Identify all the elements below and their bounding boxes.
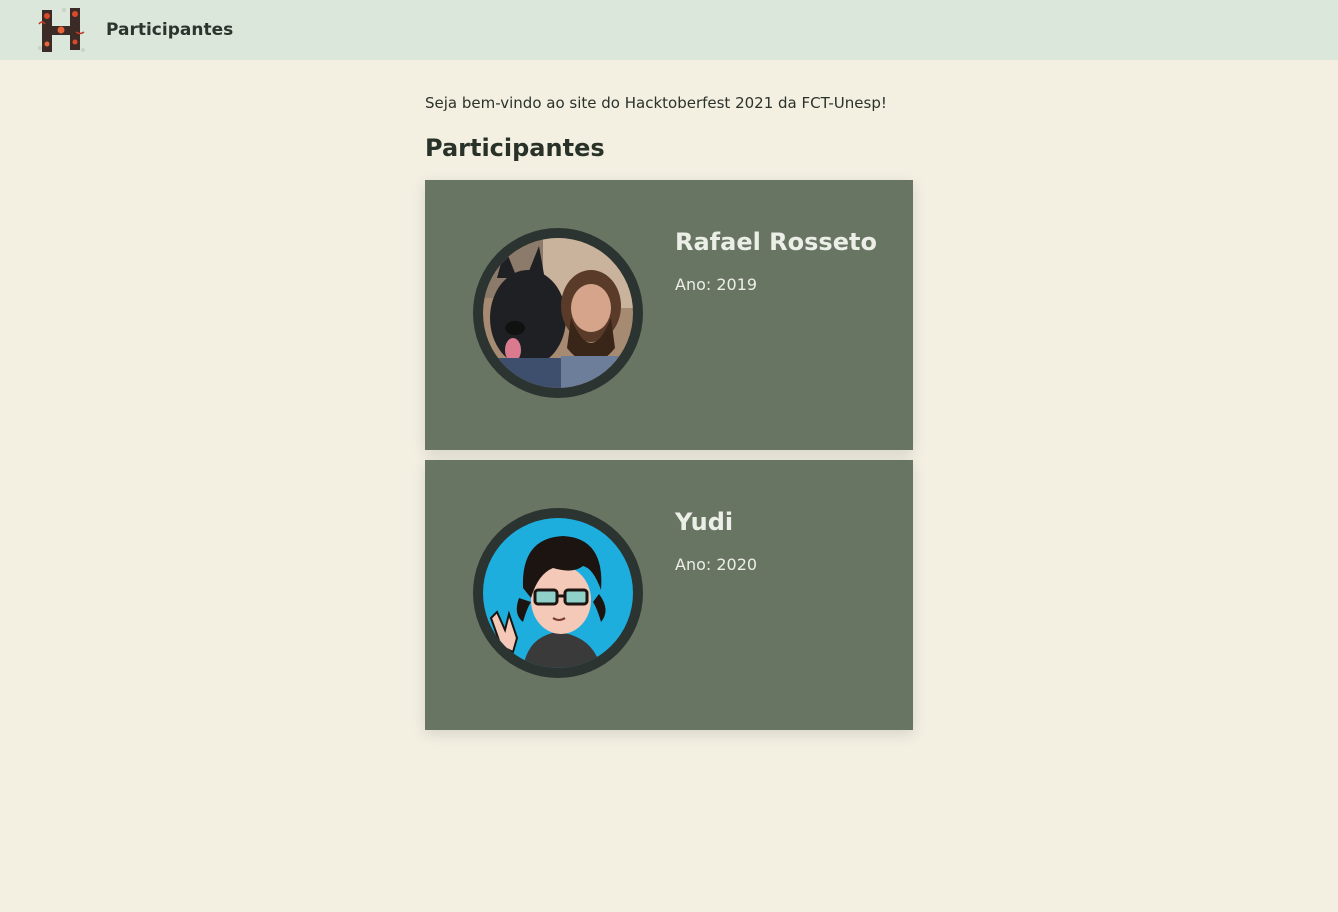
avatar — [473, 228, 643, 398]
participant-list: Rafael Rosseto Ano: 2019 Yudi Ano: 2020 — [425, 180, 913, 730]
welcome-message: Seja bem-vindo ao site do Hacktoberfest … — [425, 94, 887, 112]
main-content: Seja bem-vindo ao site do Hacktoberfest … — [425, 92, 913, 740]
cartoon-avatar-icon — [483, 518, 633, 668]
participant-name: Yudi — [675, 508, 734, 536]
participant-year: Ano: 2019 — [675, 275, 758, 294]
participant-year: Ano: 2020 — [675, 555, 758, 574]
participant-card: Rafael Rosseto Ano: 2019 — [425, 180, 913, 450]
navbar: Participantes — [0, 0, 1338, 60]
navbar-title[interactable]: Participantes — [106, 19, 233, 41]
participant-name: Rafael Rosseto — [675, 228, 877, 256]
avatar — [473, 508, 643, 678]
participant-card: Yudi Ano: 2020 — [425, 460, 913, 730]
hacktoberfest-logo-icon[interactable] — [36, 4, 88, 56]
page-title: Participantes — [425, 134, 605, 162]
photo-avatar-icon — [483, 238, 633, 388]
